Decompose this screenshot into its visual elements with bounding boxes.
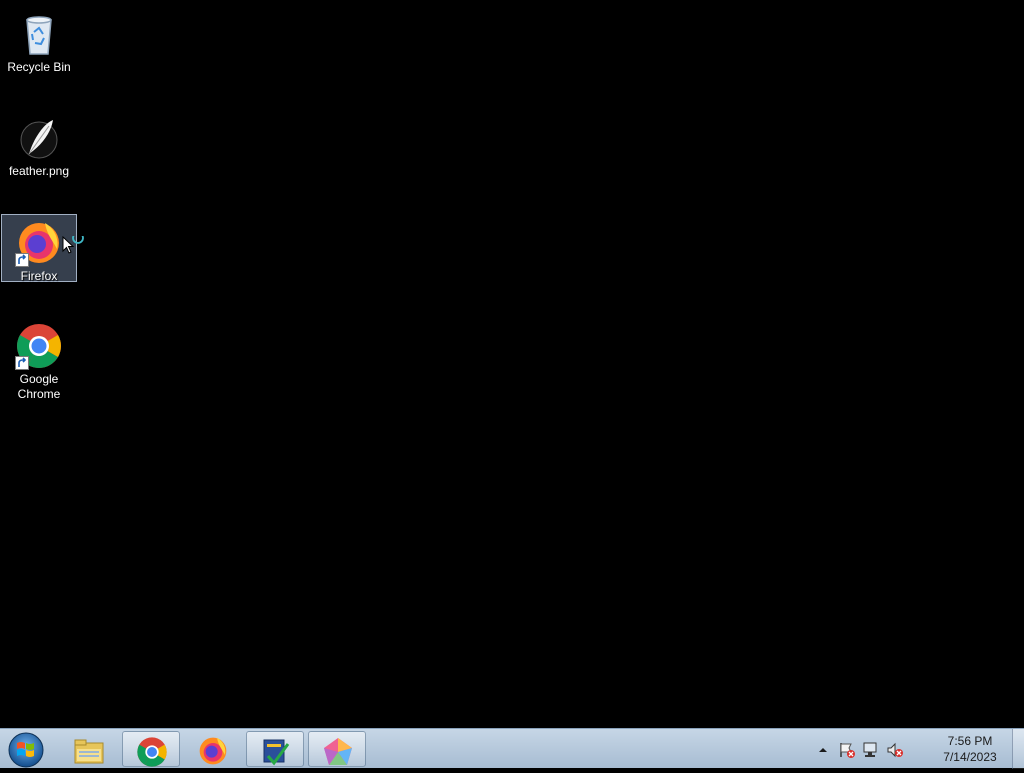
clock-date: 7/14/2023 (943, 750, 997, 764)
firefox-icon (15, 219, 63, 267)
shortcut-arrow-icon (15, 356, 29, 370)
firefox-icon (199, 737, 227, 765)
action-center-flag-icon[interactable] (838, 741, 856, 759)
start-button[interactable] (4, 730, 50, 768)
taskbar: 7:56 PM 7/14/2023 (0, 728, 1024, 769)
taskbar-button-task-app[interactable] (246, 731, 304, 767)
desktop-icon-label: feather.png (8, 164, 70, 178)
clock-time: 7:56 PM (947, 734, 993, 748)
feather-image-icon (15, 114, 63, 162)
desktop[interactable]: Recycle Bin feather.png Firefox Google C… (0, 0, 1024, 728)
desktop-icon-google-chrome[interactable]: Google Chrome (1, 318, 77, 402)
recycle-bin-icon (15, 10, 63, 58)
colorful-pentagon-icon (324, 738, 352, 765)
volume-muted-icon[interactable] (886, 741, 904, 759)
windows-start-orb-icon (8, 732, 44, 768)
taskbar-clock[interactable]: 7:56 PM 7/14/2023 (940, 733, 1000, 765)
taskbar-button-explorer[interactable] (60, 731, 118, 767)
desktop-icon-recycle-bin[interactable]: Recycle Bin (1, 6, 77, 75)
system-tray (814, 737, 914, 761)
desktop-icon-label: Google Chrome (17, 372, 61, 401)
chrome-icon (15, 322, 63, 370)
desktop-icon-label: Recycle Bin (7, 60, 71, 74)
taskbar-button-firefox[interactable] (184, 731, 242, 767)
taskbar-button-chrome[interactable] (122, 731, 180, 767)
show-desktop-button[interactable] (1012, 729, 1024, 769)
network-icon[interactable] (862, 741, 880, 759)
chrome-icon (137, 737, 167, 767)
folder-icon (74, 739, 104, 764)
taskbar-button-color-app[interactable] (308, 731, 366, 767)
checklist-icon (263, 739, 290, 766)
show-hidden-icons-arrow-icon[interactable] (814, 741, 832, 759)
desktop-icon-feather-png[interactable]: feather.png (1, 110, 77, 179)
desktop-icon-label: Firefox (20, 269, 58, 283)
shortcut-arrow-icon (15, 253, 29, 267)
mouse-pointer-busy-icon (62, 232, 84, 258)
